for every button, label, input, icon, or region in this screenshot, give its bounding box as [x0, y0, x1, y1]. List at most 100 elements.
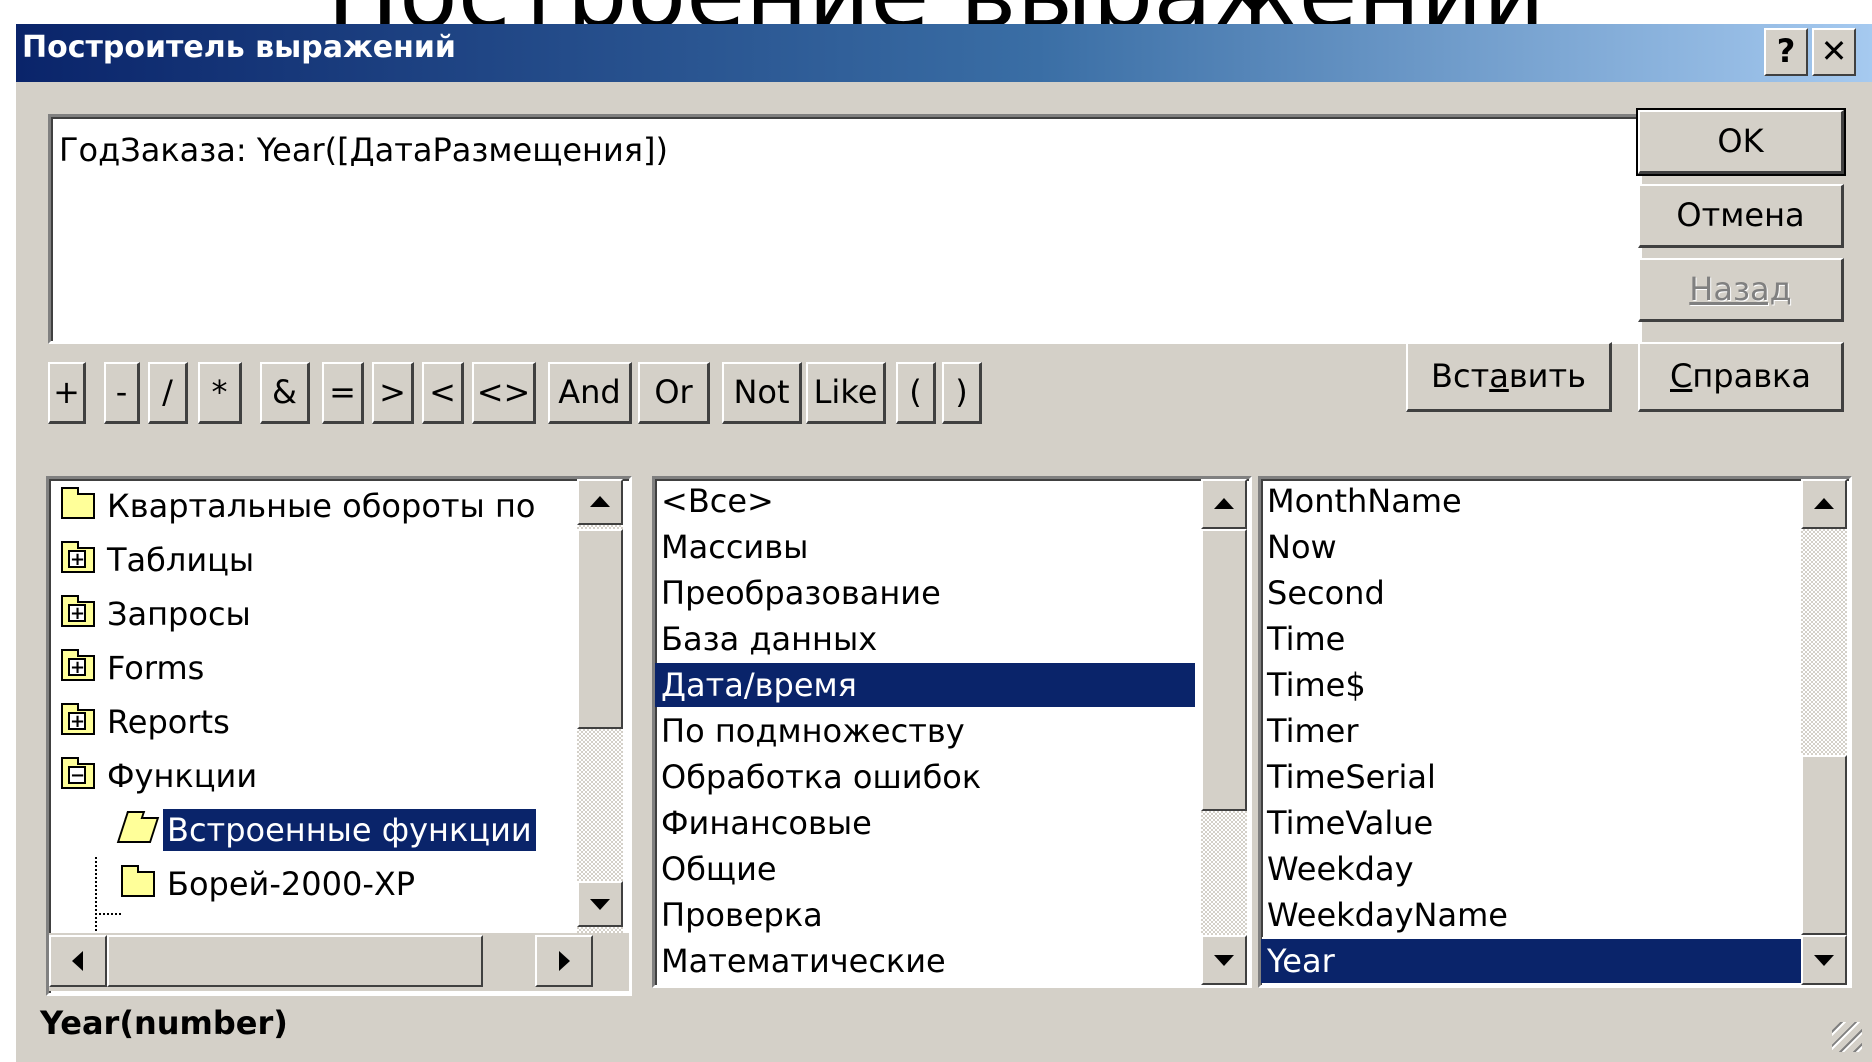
expand-icon[interactable]: +: [68, 712, 86, 731]
function-item[interactable]: WeekdayName: [1261, 893, 1801, 937]
op-divide-button[interactable]: /: [148, 362, 188, 424]
category-item[interactable]: Проверка: [655, 893, 1195, 937]
arrow-up-icon: [1214, 498, 1234, 509]
tree-scroll-thumb[interactable]: [577, 529, 623, 729]
function-item[interactable]: Time$: [1261, 663, 1801, 707]
tree-item[interactable]: + Forms: [61, 643, 208, 693]
function-item[interactable]: Timer: [1261, 709, 1801, 753]
arrow-down-icon: [1214, 955, 1234, 966]
arrow-up-icon: [1814, 498, 1834, 509]
function-item[interactable]: Year: [1261, 937, 1801, 985]
tree-item[interactable]: Квартальные обороты по: [61, 481, 539, 531]
collapse-icon[interactable]: −: [68, 766, 86, 785]
tree-item-label: Forms: [107, 649, 205, 687]
op-minus-button[interactable]: -: [104, 362, 140, 424]
tree-item-label: Квартальные обороты по: [107, 487, 536, 525]
tree-vscrollbar[interactable]: [577, 479, 623, 933]
paste-pre: Вст: [1431, 357, 1490, 395]
op-multiply-button[interactable]: *: [198, 362, 242, 424]
help-title-button[interactable]: ?: [1764, 28, 1808, 76]
op-and-button[interactable]: And: [548, 362, 632, 424]
tree-item[interactable]: Борей-2000-XP: [121, 859, 419, 909]
category-item[interactable]: Финансовые: [655, 801, 1195, 845]
arrow-up-icon: [590, 496, 610, 507]
tree-item[interactable]: + Reports: [61, 697, 234, 747]
cancel-button[interactable]: Отмена: [1638, 184, 1844, 248]
category-item[interactable]: <Все>: [655, 479, 1195, 523]
category-item[interactable]: База данных: [655, 617, 1195, 661]
expression-builder-dialog: Построитель выражений ? ✕ ГодЗаказа: Yea…: [14, 24, 1872, 1062]
op-greater-button[interactable]: >: [372, 362, 414, 424]
op-less-button[interactable]: <: [422, 362, 464, 424]
expand-icon[interactable]: +: [68, 604, 86, 623]
op-equal-button[interactable]: =: [322, 362, 364, 424]
function-item[interactable]: Second: [1261, 571, 1801, 615]
op-lparen-button[interactable]: (: [896, 362, 936, 424]
folder-icon: +: [61, 595, 95, 627]
tree-hscrollbar[interactable]: [49, 933, 629, 991]
function-item[interactable]: MonthName: [1261, 479, 1801, 523]
tree-item-label: Борей-2000-XP: [167, 865, 416, 903]
category-item[interactable]: Обработка ошибок: [655, 755, 1195, 799]
category-scroll-up-button[interactable]: [1201, 479, 1247, 529]
function-item[interactable]: Weekday: [1261, 847, 1801, 891]
tree-scroll-up-button[interactable]: [577, 479, 623, 525]
category-viewport: <Все> Массивы Преобразование База данных Дат…: [655, 479, 1195, 985]
object-tree[interactable]: Квартальные обороты по + Таблицы + Запросы + F…: [46, 476, 632, 996]
category-item[interactable]: Массивы: [655, 525, 1195, 569]
tree-hscroll-thumb[interactable]: [107, 935, 483, 987]
function-signature: Year(number): [40, 1004, 288, 1042]
category-scroll-thumb[interactable]: [1201, 529, 1247, 811]
title-bar[interactable]: Построитель выражений ? ✕: [16, 24, 1872, 82]
op-concat-button[interactable]: &: [260, 362, 310, 424]
function-scroll-down-button[interactable]: [1801, 935, 1847, 985]
op-like-button[interactable]: Like: [806, 362, 886, 424]
function-list[interactable]: MonthName Now Second Time Time$ Timer TimeSeri…: [1258, 476, 1852, 988]
help-button[interactable]: Справка: [1638, 342, 1844, 412]
category-scroll-down-button[interactable]: [1201, 935, 1247, 985]
tree-connector-line: [95, 857, 97, 933]
tree-item[interactable]: + Таблицы: [61, 535, 258, 585]
tree-scroll-left-button[interactable]: [49, 935, 107, 987]
arrow-down-icon: [1814, 955, 1834, 966]
function-vscrollbar[interactable]: [1801, 479, 1847, 985]
back-label: Назад: [1689, 270, 1792, 308]
ok-button[interactable]: OK: [1636, 108, 1846, 176]
category-item[interactable]: Преобразование: [655, 571, 1195, 615]
help-accel: С: [1670, 357, 1693, 395]
category-list[interactable]: <Все> Массивы Преобразование База данных Дат…: [652, 476, 1252, 988]
category-item[interactable]: Общие: [655, 847, 1195, 891]
arrow-left-icon: [72, 951, 83, 971]
tree-item[interactable]: Встроенные функции: [116, 805, 536, 855]
category-item[interactable]: По подмножеству: [655, 709, 1195, 753]
back-button[interactable]: Назад: [1638, 258, 1844, 322]
category-item[interactable]: Математические: [655, 939, 1195, 983]
paste-post: вить: [1508, 357, 1586, 395]
function-item[interactable]: TimeSerial: [1261, 755, 1801, 799]
folder-icon: [61, 487, 95, 519]
op-notequal-button[interactable]: <>: [472, 362, 536, 424]
op-rparen-button[interactable]: ): [942, 362, 982, 424]
tree-scroll-right-button[interactable]: [535, 935, 593, 987]
close-button[interactable]: ✕: [1812, 28, 1856, 76]
function-item[interactable]: Now: [1261, 525, 1801, 569]
category-item[interactable]: Дата/время: [655, 663, 1195, 707]
function-item[interactable]: TimeValue: [1261, 801, 1801, 845]
folder-icon: [121, 865, 155, 897]
op-plus-button[interactable]: +: [48, 362, 86, 424]
paste-button[interactable]: Вставить: [1406, 342, 1612, 412]
op-or-button[interactable]: Or: [638, 362, 710, 424]
function-scroll-up-button[interactable]: [1801, 479, 1847, 529]
tree-item[interactable]: − Функции: [61, 751, 261, 801]
resize-grip-icon[interactable]: [1832, 1022, 1862, 1052]
expression-textbox[interactable]: ГодЗаказа: Year([ДатаРазмещения]): [48, 114, 1642, 344]
tree-item[interactable]: + Запросы: [61, 589, 255, 639]
expand-icon[interactable]: +: [68, 550, 86, 569]
function-item[interactable]: Time: [1261, 617, 1801, 661]
tree-scroll-down-button[interactable]: [577, 881, 623, 927]
tree-item-label: Таблицы: [107, 541, 255, 579]
category-vscrollbar[interactable]: [1201, 479, 1247, 985]
op-not-button[interactable]: Not: [722, 362, 802, 424]
expand-icon[interactable]: +: [68, 658, 86, 677]
function-scroll-thumb[interactable]: [1801, 755, 1847, 935]
